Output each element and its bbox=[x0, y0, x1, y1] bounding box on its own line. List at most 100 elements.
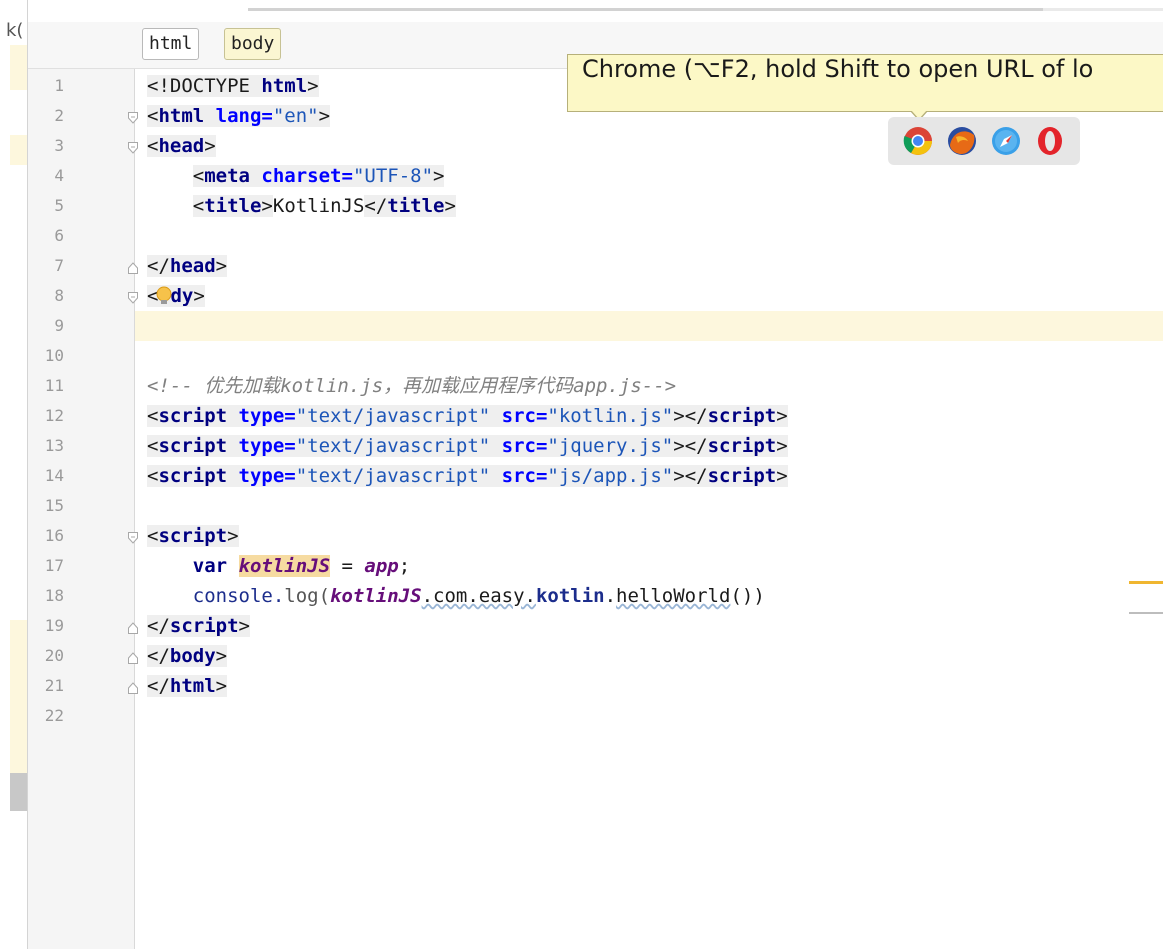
code-token: .com.easy. bbox=[421, 585, 536, 607]
code-token: "text/javascript" bbox=[295, 405, 491, 427]
code-line[interactable] bbox=[135, 701, 1163, 731]
code-token: log( bbox=[284, 585, 331, 607]
code-token: app bbox=[364, 555, 399, 577]
code-token: html bbox=[158, 105, 205, 127]
code-line[interactable]: var kotlinJS = app; bbox=[135, 551, 1163, 581]
code-token: charset= bbox=[249, 165, 353, 187]
line-number: 7 bbox=[54, 256, 64, 275]
code-token: KotlinJS bbox=[272, 195, 365, 217]
code-token: type= bbox=[227, 405, 296, 427]
code-line[interactable]: console.log(kotlinJS.com.easy.kotlin.hel… bbox=[135, 581, 1163, 611]
code-token: html bbox=[169, 675, 216, 697]
chrome-icon[interactable] bbox=[902, 125, 934, 157]
code-line-current[interactable] bbox=[135, 311, 1163, 341]
line-number: 2 bbox=[54, 106, 64, 125]
code-token: > bbox=[307, 75, 319, 97]
code-line[interactable]: <title>KotlinJS</title> bbox=[135, 191, 1163, 221]
line-number: 19 bbox=[44, 616, 64, 635]
code-token: = bbox=[330, 555, 365, 577]
panel-label: k( bbox=[6, 20, 24, 41]
breadcrumb-body[interactable]: body bbox=[224, 28, 282, 60]
line-number: 20 bbox=[44, 646, 64, 665]
code-line[interactable]: <script> bbox=[135, 521, 1163, 551]
code-token: script bbox=[169, 615, 239, 637]
code-token: type= bbox=[227, 465, 296, 487]
code-token: ; bbox=[398, 555, 411, 577]
firefox-icon[interactable] bbox=[946, 125, 978, 157]
code-token: meta bbox=[204, 165, 250, 187]
line-number: 11 bbox=[44, 376, 64, 395]
code-editor[interactable]: <!DOCTYPE html> <html lang="en"> <head> … bbox=[135, 69, 1163, 949]
code-line[interactable]: </html> bbox=[135, 671, 1163, 701]
code-token: "UTF-8" bbox=[352, 165, 434, 187]
code-token: kotlin bbox=[535, 585, 605, 607]
code-token: script bbox=[158, 465, 228, 487]
breadcrumb-html[interactable]: html bbox=[142, 28, 200, 60]
code-line[interactable]: </head> bbox=[135, 251, 1163, 281]
info-marker[interactable] bbox=[1129, 612, 1163, 614]
line-number: 16 bbox=[44, 526, 64, 545]
code-token: head bbox=[169, 255, 216, 277]
code-token: script bbox=[707, 435, 777, 457]
code-token: title bbox=[387, 195, 445, 217]
code-token: head bbox=[158, 135, 205, 157]
code-line[interactable]: <!-- 优先加载kotlin.js，再加载应用程序代码app.js--> bbox=[135, 371, 1163, 401]
horizontal-scrollbar-track bbox=[1043, 8, 1163, 11]
code-line[interactable]: < dy> bbox=[135, 281, 1163, 311]
code-token: . bbox=[604, 585, 617, 607]
code-token: ()) bbox=[730, 585, 765, 607]
code-token: src= bbox=[490, 465, 548, 487]
horizontal-scrollbar[interactable] bbox=[248, 8, 1043, 11]
code-line[interactable]: </script> bbox=[135, 611, 1163, 641]
line-number-gutter[interactable]: 1 2 3 4 5 6 7 8 9 10 11 12 13 14 15 16 1… bbox=[28, 69, 138, 949]
code-token: script bbox=[158, 525, 228, 547]
code-line[interactable]: <script type="text/javascript" src="jque… bbox=[135, 431, 1163, 461]
opera-icon[interactable] bbox=[1034, 125, 1066, 157]
code-token: "js/app.js" bbox=[547, 465, 674, 487]
code-line[interactable]: </body> bbox=[135, 641, 1163, 671]
line-number: 9 bbox=[54, 316, 64, 335]
line-number: 22 bbox=[44, 706, 64, 725]
line-number: 13 bbox=[44, 436, 64, 455]
panel-scroll-thumb[interactable] bbox=[10, 773, 27, 811]
code-line[interactable] bbox=[135, 491, 1163, 521]
line-number: 6 bbox=[54, 226, 64, 245]
code-token: "text/javascript" bbox=[295, 465, 491, 487]
code-token: lang= bbox=[204, 105, 273, 127]
line-number: 10 bbox=[44, 346, 64, 365]
panel-highlight bbox=[10, 135, 27, 165]
line-number: 8 bbox=[54, 286, 64, 305]
line-number: 17 bbox=[44, 556, 64, 575]
line-number: 21 bbox=[44, 676, 64, 695]
code-line[interactable]: <script type="text/javascript" src="kotl… bbox=[135, 401, 1163, 431]
code-token: > bbox=[318, 105, 331, 127]
code-token: < bbox=[147, 105, 159, 127]
code-token: "kotlin.js" bbox=[547, 405, 674, 427]
code-line[interactable]: <script type="text/javascript" src="js/a… bbox=[135, 461, 1163, 491]
panel-highlight bbox=[10, 620, 27, 773]
code-line[interactable] bbox=[135, 341, 1163, 371]
code-token: type= bbox=[227, 435, 296, 457]
warning-marker[interactable] bbox=[1129, 581, 1163, 584]
line-number: 3 bbox=[54, 136, 64, 155]
code-token: console. bbox=[192, 585, 285, 607]
code-token: script bbox=[707, 405, 777, 427]
code-line[interactable]: <meta charset="UTF-8"> bbox=[135, 161, 1163, 191]
browser-tooltip: Chrome (⌥F2, hold Shift to open URL of l… bbox=[567, 54, 1163, 112]
line-number: 5 bbox=[54, 196, 64, 215]
browser-popup bbox=[888, 117, 1080, 165]
code-token: script bbox=[158, 405, 228, 427]
code-token: script bbox=[158, 435, 228, 457]
code-token: "en" bbox=[272, 105, 319, 127]
line-number: 15 bbox=[44, 496, 64, 515]
code-token: kotlinJS bbox=[330, 585, 422, 607]
code-token: html bbox=[261, 75, 308, 97]
code-token: src= bbox=[490, 435, 548, 457]
line-number: 18 bbox=[44, 586, 64, 605]
code-token: <!DOCTYPE bbox=[147, 75, 262, 97]
code-token: title bbox=[204, 195, 262, 217]
safari-icon[interactable] bbox=[990, 125, 1022, 157]
code-token: helloWorld bbox=[616, 585, 731, 607]
code-line[interactable] bbox=[135, 221, 1163, 251]
code-token: dy bbox=[170, 285, 194, 307]
